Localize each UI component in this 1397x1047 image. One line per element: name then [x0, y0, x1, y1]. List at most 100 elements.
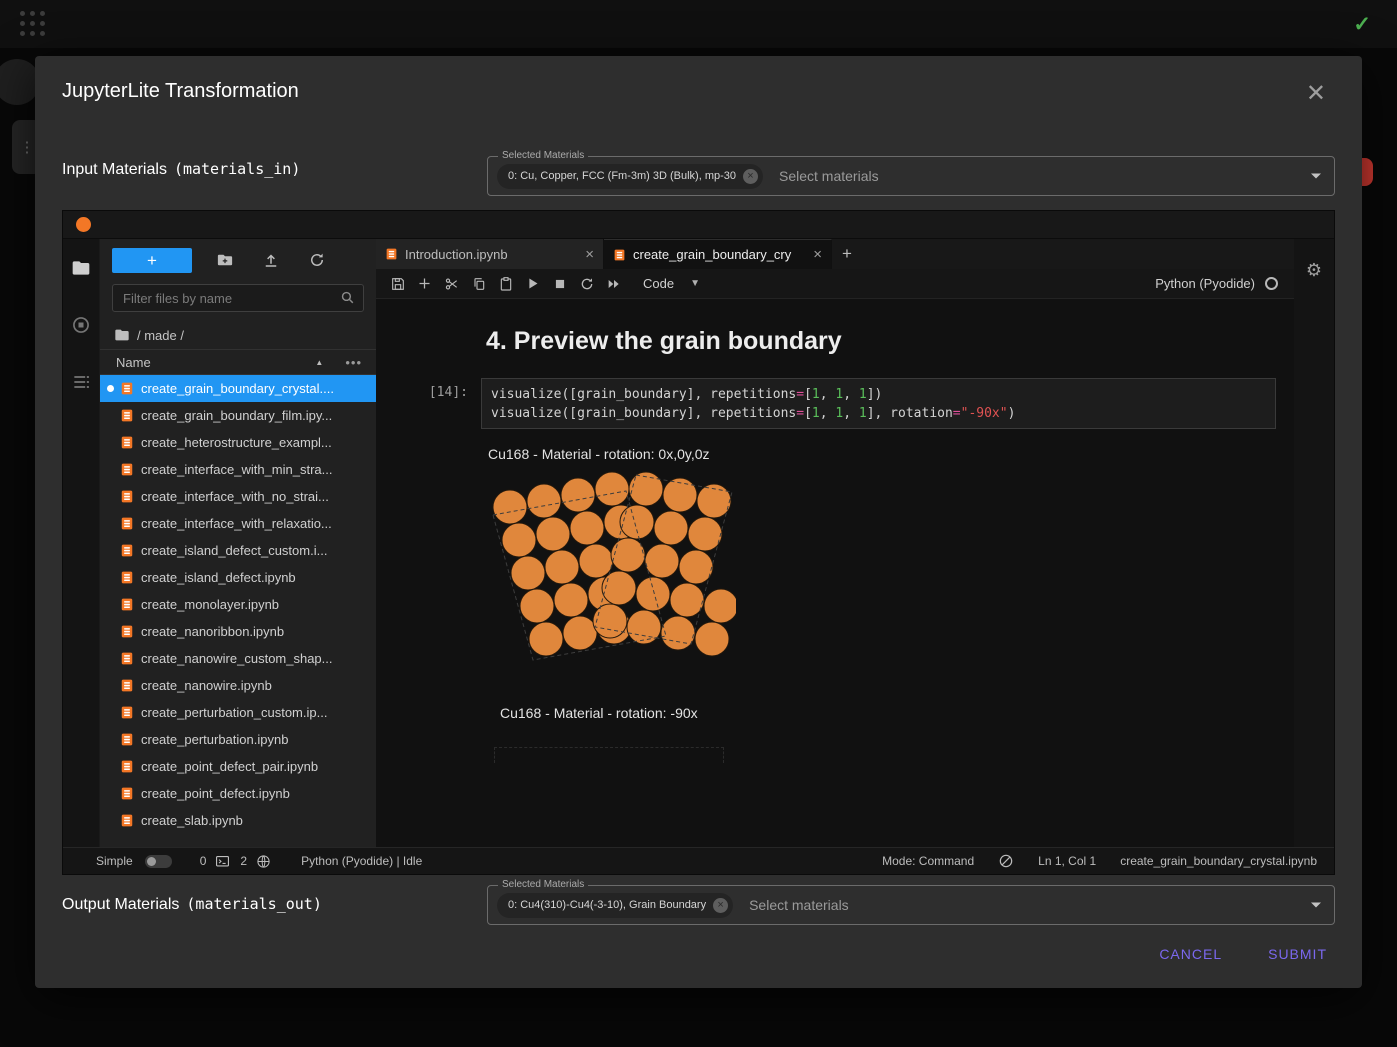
- notebook-file-icon: [120, 408, 134, 423]
- simple-mode-toggle[interactable]: [145, 855, 172, 868]
- tab-label: Introduction.ipynb: [405, 247, 578, 262]
- execution-count: [14]:: [376, 385, 468, 400]
- code-cell-editor[interactable]: visualize([grain_boundary], repetitions=…: [481, 378, 1276, 429]
- notebook-file-icon: [120, 597, 134, 612]
- file-name: create_grain_boundary_film.ipy...: [141, 408, 332, 423]
- file-row[interactable]: create_heterostructure_exampl...: [100, 429, 376, 456]
- new-folder-icon[interactable]: [202, 247, 248, 273]
- file-browser-icon[interactable]: [70, 257, 92, 279]
- new-launcher-button[interactable]: +: [112, 248, 192, 273]
- markdown-heading: 4. Preview the grain boundary: [486, 327, 842, 356]
- file-name: create_island_defect_custom.i...: [141, 543, 327, 558]
- table-of-contents-icon[interactable]: [70, 371, 92, 393]
- file-list-header[interactable]: Name ▲ •••: [100, 349, 376, 375]
- document-tabbar: Introduction.ipynb × create_grain_bounda…: [376, 239, 1294, 269]
- restart-kernel-icon[interactable]: [573, 272, 600, 296]
- name-column-header[interactable]: Name: [116, 355, 151, 370]
- atoms-visualization[interactable]: [488, 471, 736, 663]
- file-row[interactable]: create_island_defect_custom.i...: [100, 537, 376, 564]
- simple-mode-label: Simple: [96, 854, 133, 868]
- notebook-file-icon: [120, 543, 134, 558]
- search-icon: [339, 289, 356, 306]
- file-row[interactable]: create_nanowire.ipynb: [100, 672, 376, 699]
- materials-out-code: (materials_out): [186, 895, 321, 913]
- cursor-position-text[interactable]: Ln 1, Col 1: [1038, 854, 1096, 868]
- notebook-file-icon: [120, 516, 134, 531]
- material-chip[interactable]: 0: Cu4(310)-Cu4(-3-10), Grain Boundary ×: [497, 893, 733, 918]
- output-materials-label: Output Materials (materials_out): [62, 895, 322, 914]
- cancel-button[interactable]: CANCEL: [1151, 940, 1230, 968]
- file-name: create_perturbation_custom.ip...: [141, 705, 327, 720]
- file-row[interactable]: create_grain_boundary_crystal....: [100, 375, 376, 402]
- notebook-file-icon: [120, 732, 134, 747]
- breadcrumb[interactable]: / made /: [100, 321, 376, 349]
- file-row[interactable]: create_island_defect.ipynb: [100, 564, 376, 591]
- cut-cells-icon[interactable]: [438, 272, 465, 296]
- file-row[interactable]: create_monolayer.ipynb: [100, 591, 376, 618]
- paste-cells-icon[interactable]: [492, 272, 519, 296]
- file-name: create_point_defect.ipynb: [141, 786, 290, 801]
- terminal-icon[interactable]: [215, 854, 230, 869]
- file-row[interactable]: create_perturbation.ipynb: [100, 726, 376, 753]
- file-name: create_nanowire.ipynb: [141, 678, 272, 693]
- kernel-name[interactable]: Python (Pyodide): [1155, 276, 1255, 291]
- screen: ✓ ⋮ JupyterLite Transformation ✕ Input M…: [0, 0, 1397, 1047]
- file-row[interactable]: create_interface_with_no_strai...: [100, 483, 376, 510]
- material-chip[interactable]: 0: Cu, Copper, FCC (Fm-3m) 3D (Bulk), mp…: [497, 164, 763, 189]
- jupyter-statusbar: Simple 0 2 Python (Pyodide) | Idle Mode:…: [63, 847, 1334, 874]
- file-row[interactable]: create_grain_boundary_film.ipy...: [100, 402, 376, 429]
- close-icon[interactable]: ✕: [1306, 82, 1326, 106]
- upload-icon[interactable]: [248, 247, 294, 273]
- tab-close-icon[interactable]: ×: [813, 247, 822, 262]
- file-name: create_interface_with_no_strai...: [141, 489, 329, 504]
- output-caption-2: Cu168 - Material - rotation: -90x: [500, 705, 698, 721]
- chip-remove-icon[interactable]: ×: [743, 169, 758, 184]
- status-check-icon: ✓: [1353, 12, 1371, 37]
- column-more-icon[interactable]: •••: [345, 355, 362, 370]
- file-row[interactable]: create_point_defect_pair.ipynb: [100, 753, 376, 780]
- select-placeholder: Select materials: [749, 897, 849, 913]
- refresh-icon[interactable]: [294, 247, 340, 273]
- notebook-file-icon: [120, 624, 134, 639]
- app-logo-icon[interactable]: [20, 11, 47, 38]
- material-chip-label: 0: Cu, Copper, FCC (Fm-3m) 3D (Bulk), mp…: [508, 170, 736, 182]
- property-inspector-gear-icon[interactable]: ⚙: [1306, 261, 1322, 847]
- folder-icon: [115, 330, 128, 341]
- insert-cell-icon[interactable]: [411, 272, 438, 296]
- file-row[interactable]: create_interface_with_relaxatio...: [100, 510, 376, 537]
- input-materials-select[interactable]: Selected Materials 0: Cu, Copper, FCC (F…: [487, 156, 1335, 196]
- file-row[interactable]: create_slab.ipynb: [100, 807, 376, 834]
- file-name: create_slab.ipynb: [141, 813, 243, 828]
- document-tab[interactable]: Introduction.ipynb ×: [376, 239, 604, 269]
- submit-button[interactable]: SUBMIT: [1260, 940, 1335, 968]
- chevron-down-icon: [1311, 174, 1321, 179]
- chip-remove-icon[interactable]: ×: [713, 898, 728, 913]
- file-row[interactable]: create_perturbation_custom.ip...: [100, 699, 376, 726]
- notifications-icon[interactable]: [998, 853, 1014, 869]
- file-name: create_grain_boundary_crystal....: [141, 381, 334, 396]
- output-materials-select[interactable]: Selected Materials 0: Cu4(310)-Cu4(-3-10…: [487, 885, 1335, 925]
- run-cell-icon[interactable]: [519, 272, 546, 296]
- file-row[interactable]: create_nanoribbon.ipynb: [100, 618, 376, 645]
- restart-run-all-icon[interactable]: [600, 272, 627, 296]
- tab-close-icon[interactable]: ×: [585, 247, 594, 262]
- copy-cells-icon[interactable]: [465, 272, 492, 296]
- chevron-down-icon: [1311, 903, 1321, 908]
- globe-icon[interactable]: [256, 854, 271, 869]
- kernel-status-text[interactable]: Python (Pyodide) | Idle: [301, 854, 422, 868]
- cell-type-select[interactable]: Code ▼: [643, 276, 700, 291]
- atoms-svg: [488, 471, 736, 663]
- document-tab[interactable]: create_grain_boundary_cry ×: [604, 239, 832, 269]
- file-row[interactable]: create_interface_with_min_stra...: [100, 456, 376, 483]
- filter-files-input[interactable]: [112, 284, 364, 312]
- file-row[interactable]: create_point_defect.ipynb: [100, 780, 376, 807]
- file-name: create_heterostructure_exampl...: [141, 435, 332, 450]
- save-icon[interactable]: [384, 272, 411, 296]
- file-row[interactable]: create_nanowire_custom_shap...: [100, 645, 376, 672]
- notebook-file-icon: [613, 248, 626, 262]
- chevron-down-icon: ▼: [690, 278, 700, 289]
- running-sessions-icon[interactable]: [70, 314, 92, 336]
- interrupt-kernel-icon[interactable]: [546, 272, 573, 296]
- new-tab-icon[interactable]: +: [832, 239, 862, 269]
- next-visualization-edge: [494, 747, 724, 763]
